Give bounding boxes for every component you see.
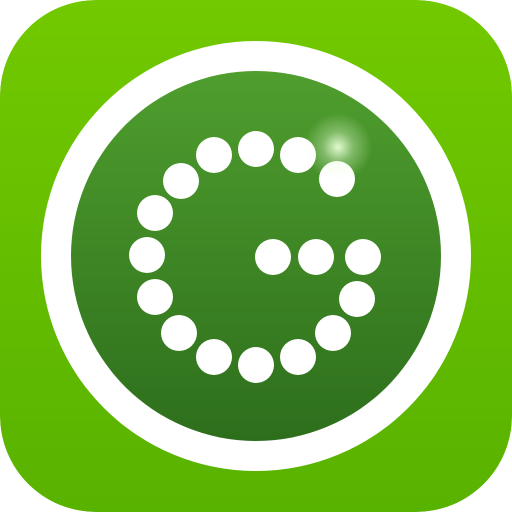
app-icon[interactable] <box>0 0 512 512</box>
g-dot <box>238 347 274 383</box>
g-dot <box>137 195 173 231</box>
g-dot <box>255 239 291 275</box>
g-dot <box>238 131 274 167</box>
g-dot <box>196 137 232 173</box>
g-dot <box>339 281 375 317</box>
g-dot <box>129 237 165 273</box>
g-dot <box>298 239 334 275</box>
g-dot <box>345 239 381 275</box>
g-dot <box>161 315 197 351</box>
g-dot <box>137 279 173 315</box>
g-dot <box>315 315 351 351</box>
g-dot <box>280 339 316 375</box>
g-dot <box>196 339 232 375</box>
g-logo-icon <box>0 0 512 512</box>
glare-highlight <box>304 113 372 181</box>
g-dot <box>163 163 199 199</box>
